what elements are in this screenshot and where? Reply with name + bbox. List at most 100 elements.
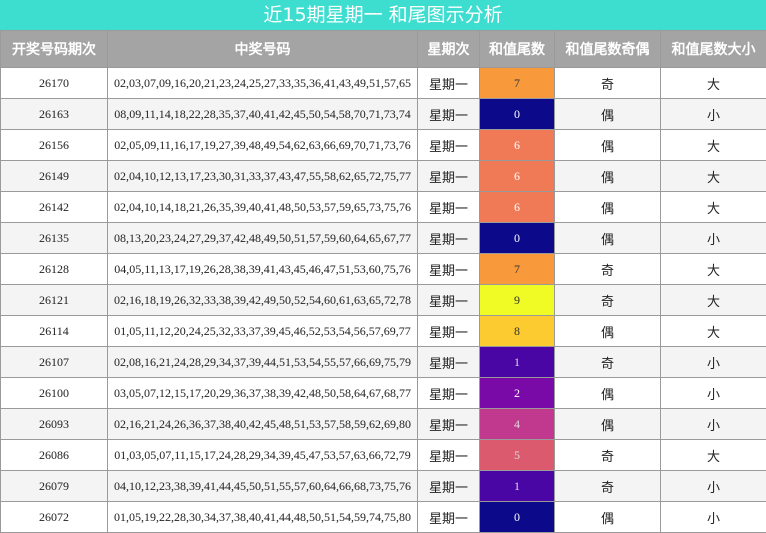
parity-cell: 奇 xyxy=(555,254,661,285)
size-cell: 大 xyxy=(661,440,766,471)
tail-cell: 8 xyxy=(480,316,555,347)
table-row: 2614902,04,10,12,13,17,23,30,31,33,37,43… xyxy=(1,161,766,192)
weekday-cell: 星期一 xyxy=(418,68,480,99)
size-cell: 小 xyxy=(661,347,766,378)
issue-cell: 26135 xyxy=(1,223,108,254)
issue-cell: 26086 xyxy=(1,440,108,471)
size-cell: 大 xyxy=(661,316,766,347)
table-row: 2612102,16,18,19,26,32,33,38,39,42,49,50… xyxy=(1,285,766,316)
size-cell: 小 xyxy=(661,409,766,440)
tail-cell: 6 xyxy=(480,130,555,161)
numbers-cell: 03,05,07,12,15,17,20,29,36,37,38,39,42,4… xyxy=(108,378,418,409)
table-body: 2617002,03,07,09,16,20,21,23,24,25,27,33… xyxy=(1,68,766,533)
issue-cell: 26079 xyxy=(1,471,108,502)
numbers-cell: 02,04,10,12,13,17,23,30,31,33,37,43,47,5… xyxy=(108,161,418,192)
header-row: 开奖号码期次 中奖号码 星期次 和值尾数 和值尾数奇偶 和值尾数大小 xyxy=(1,31,766,68)
parity-cell: 偶 xyxy=(555,192,661,223)
issue-cell: 26100 xyxy=(1,378,108,409)
issue-cell: 26114 xyxy=(1,316,108,347)
issue-cell: 26149 xyxy=(1,161,108,192)
weekday-cell: 星期一 xyxy=(418,254,480,285)
issue-cell: 26156 xyxy=(1,130,108,161)
parity-cell: 偶 xyxy=(555,99,661,130)
table-row: 2611401,05,11,12,20,24,25,32,33,37,39,45… xyxy=(1,316,766,347)
parity-cell: 偶 xyxy=(555,409,661,440)
tail-cell: 1 xyxy=(480,347,555,378)
numbers-cell: 02,16,18,19,26,32,33,38,39,42,49,50,52,5… xyxy=(108,285,418,316)
numbers-cell: 08,13,20,23,24,27,29,37,42,48,49,50,51,5… xyxy=(108,223,418,254)
size-cell: 大 xyxy=(661,130,766,161)
page-title: 近15期星期一 和尾图示分析 xyxy=(0,0,766,30)
page: 近15期星期一 和尾图示分析 开奖号码期次 中奖号码 星期次 和值尾数 和值尾数… xyxy=(0,0,766,532)
tail-cell: 5 xyxy=(480,440,555,471)
weekday-cell: 星期一 xyxy=(418,409,480,440)
weekday-cell: 星期一 xyxy=(418,471,480,502)
weekday-cell: 星期一 xyxy=(418,161,480,192)
tail-cell: 0 xyxy=(480,502,555,533)
numbers-cell: 01,03,05,07,11,15,17,24,28,29,34,39,45,4… xyxy=(108,440,418,471)
header-parity: 和值尾数奇偶 xyxy=(555,31,661,68)
size-cell: 大 xyxy=(661,161,766,192)
table-row: 2616308,09,11,14,18,22,28,35,37,40,41,42… xyxy=(1,99,766,130)
table-row: 2609302,16,21,24,26,36,37,38,40,42,45,48… xyxy=(1,409,766,440)
header-tail: 和值尾数 xyxy=(480,31,555,68)
table-row: 2607904,10,12,23,38,39,41,44,45,50,51,55… xyxy=(1,471,766,502)
weekday-cell: 星期一 xyxy=(418,502,480,533)
table-row: 2607201,05,19,22,28,30,34,37,38,40,41,44… xyxy=(1,502,766,533)
parity-cell: 奇 xyxy=(555,68,661,99)
parity-cell: 奇 xyxy=(555,285,661,316)
tail-cell: 0 xyxy=(480,223,555,254)
numbers-cell: 02,05,09,11,16,17,19,27,39,48,49,54,62,6… xyxy=(108,130,418,161)
issue-cell: 26163 xyxy=(1,99,108,130)
header-numbers: 中奖号码 xyxy=(108,31,418,68)
size-cell: 大 xyxy=(661,68,766,99)
parity-cell: 偶 xyxy=(555,316,661,347)
issue-cell: 26107 xyxy=(1,347,108,378)
header-size: 和值尾数大小 xyxy=(661,31,766,68)
size-cell: 大 xyxy=(661,285,766,316)
tail-cell: 7 xyxy=(480,68,555,99)
weekday-cell: 星期一 xyxy=(418,192,480,223)
issue-cell: 26142 xyxy=(1,192,108,223)
size-cell: 小 xyxy=(661,99,766,130)
tail-cell: 4 xyxy=(480,409,555,440)
parity-cell: 偶 xyxy=(555,161,661,192)
table-row: 2610702,08,16,21,24,28,29,34,37,39,44,51… xyxy=(1,347,766,378)
issue-cell: 26170 xyxy=(1,68,108,99)
header-issue: 开奖号码期次 xyxy=(1,31,108,68)
numbers-cell: 01,05,11,12,20,24,25,32,33,37,39,45,46,5… xyxy=(108,316,418,347)
size-cell: 小 xyxy=(661,378,766,409)
tail-cell: 1 xyxy=(480,471,555,502)
issue-cell: 26121 xyxy=(1,285,108,316)
weekday-cell: 星期一 xyxy=(418,378,480,409)
numbers-cell: 02,04,10,14,18,21,26,35,39,40,41,48,50,5… xyxy=(108,192,418,223)
weekday-cell: 星期一 xyxy=(418,440,480,471)
size-cell: 大 xyxy=(661,192,766,223)
parity-cell: 偶 xyxy=(555,130,661,161)
weekday-cell: 星期一 xyxy=(418,316,480,347)
tail-cell: 0 xyxy=(480,99,555,130)
parity-cell: 奇 xyxy=(555,347,661,378)
numbers-cell: 02,03,07,09,16,20,21,23,24,25,27,33,35,3… xyxy=(108,68,418,99)
tail-cell: 9 xyxy=(480,285,555,316)
table-row: 2610003,05,07,12,15,17,20,29,36,37,38,39… xyxy=(1,378,766,409)
tail-cell: 2 xyxy=(480,378,555,409)
table-row: 2614202,04,10,14,18,21,26,35,39,40,41,48… xyxy=(1,192,766,223)
size-cell: 大 xyxy=(661,254,766,285)
header-weekday: 星期次 xyxy=(418,31,480,68)
tail-cell: 7 xyxy=(480,254,555,285)
issue-cell: 26128 xyxy=(1,254,108,285)
table-row: 2613508,13,20,23,24,27,29,37,42,48,49,50… xyxy=(1,223,766,254)
weekday-cell: 星期一 xyxy=(418,285,480,316)
table-row: 2612804,05,11,13,17,19,26,28,38,39,41,43… xyxy=(1,254,766,285)
weekday-cell: 星期一 xyxy=(418,223,480,254)
numbers-cell: 01,05,19,22,28,30,34,37,38,40,41,44,48,5… xyxy=(108,502,418,533)
results-table: 开奖号码期次 中奖号码 星期次 和值尾数 和值尾数奇偶 和值尾数大小 26170… xyxy=(0,30,766,533)
weekday-cell: 星期一 xyxy=(418,99,480,130)
numbers-cell: 02,08,16,21,24,28,29,34,37,39,44,51,53,5… xyxy=(108,347,418,378)
table-row: 2608601,03,05,07,11,15,17,24,28,29,34,39… xyxy=(1,440,766,471)
parity-cell: 奇 xyxy=(555,440,661,471)
tail-cell: 6 xyxy=(480,192,555,223)
parity-cell: 偶 xyxy=(555,223,661,254)
size-cell: 小 xyxy=(661,471,766,502)
